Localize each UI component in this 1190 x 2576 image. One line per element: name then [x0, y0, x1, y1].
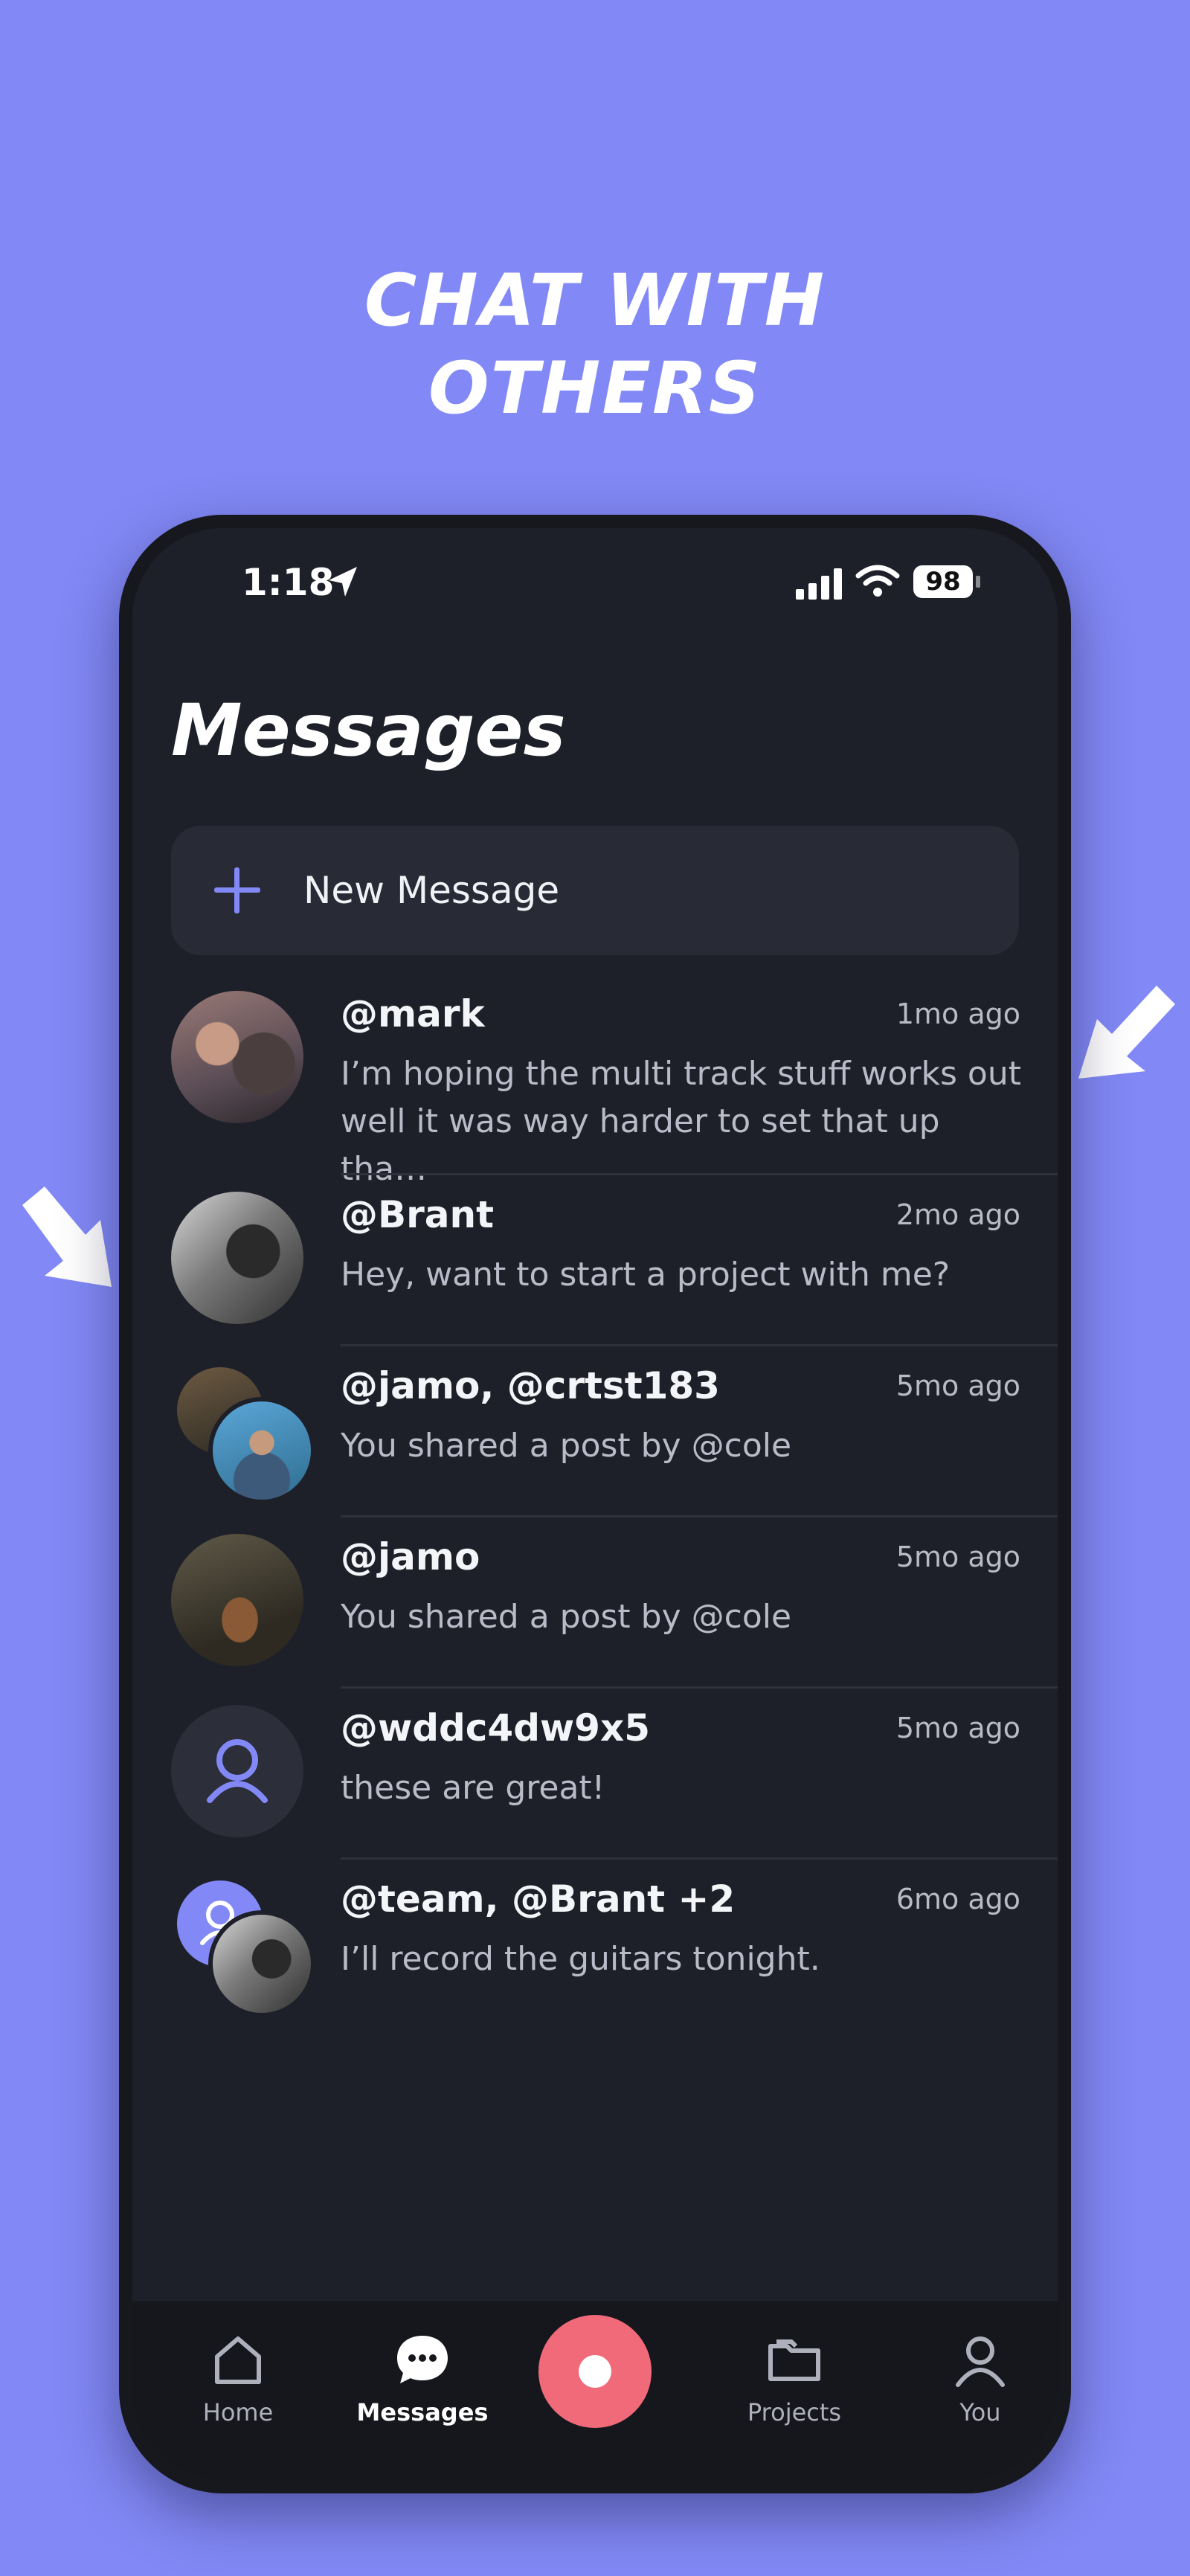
page-title: Messages [171, 689, 566, 772]
conversation-row-jamo[interactable]: @jamo 5mo ago You shared a post by @cole [132, 1517, 1058, 1689]
conversation-preview: You shared a post by @cole [341, 1598, 792, 1636]
conversation-time: 2mo ago [895, 1198, 1020, 1231]
battery-indicator: 98 [913, 565, 973, 598]
conversation-preview: I’m hoping the multi track stuff works o… [341, 1055, 1021, 1188]
home-icon [215, 2336, 261, 2384]
tab-bar: Home Messages Projects You [132, 2302, 1058, 2480]
tab-home-label: Home [202, 2398, 274, 2426]
headline-line-2: others [428, 347, 762, 430]
conversation-name: @wddc4dw9x5 [341, 1706, 651, 1750]
conversation-name: @team, @Brant +2 [341, 1878, 736, 1921]
tab-messages[interactable]: Messages [348, 2330, 497, 2426]
profile-icon [956, 2336, 1005, 2387]
conversation-row-jamo-crtst183[interactable]: @jamo, @crtst183 5mo ago You shared a po… [132, 1346, 1058, 1517]
conversation-name: @mark [341, 992, 485, 1035]
conversation-preview: I’ll record the guitars tonight. [341, 1940, 820, 1978]
cellular-signal-icon [796, 568, 842, 600]
conversation-name: @jamo [341, 1535, 480, 1578]
headline: Chat with others [0, 257, 1190, 432]
folder-icon [768, 2339, 820, 2381]
avatar [171, 991, 303, 1123]
wifi-icon [855, 565, 900, 597]
conversation-list: @mark 1mo ago I’m hoping the multi track… [132, 974, 1058, 2031]
tab-home[interactable]: Home [164, 2330, 312, 2426]
conversation-time: 5mo ago [895, 1369, 1020, 1402]
phone-screen: 1:18 98 Messages New Message @mark 1mo a… [132, 528, 1058, 2480]
arrow-left-icon [22, 1186, 112, 1287]
conversation-row-mark[interactable]: @mark 1mo ago I’m hoping the multi track… [132, 974, 1058, 1188]
tab-you-label: You [959, 2398, 1001, 2426]
conversation-row-team[interactable]: @team, @Brant +2 6mo ago I’ll record the… [132, 1860, 1058, 2031]
conversation-time: 5mo ago [895, 1541, 1020, 1573]
battery-tip [976, 576, 980, 588]
new-message-label: New Message [303, 869, 560, 912]
group-avatar-front [208, 1910, 315, 2017]
group-avatar-front [208, 1397, 315, 1504]
new-message-button[interactable]: New Message [171, 826, 1019, 955]
record-button[interactable] [538, 2315, 652, 2428]
phone-frame: 1:18 98 Messages New Message @mark 1mo a… [119, 515, 1071, 2493]
conversation-time: 6mo ago [895, 1883, 1020, 1915]
status-bar: 1:18 98 [132, 528, 1058, 640]
plus-icon [214, 867, 260, 913]
tab-projects[interactable]: Projects [720, 2330, 869, 2426]
conversation-time: 5mo ago [895, 1712, 1020, 1744]
avatar [171, 1192, 303, 1324]
headline-line-1: Chat with [364, 259, 826, 342]
avatar [171, 1534, 303, 1666]
conversation-preview: these are great! [341, 1769, 605, 1807]
arrow-right-icon [1078, 986, 1175, 1079]
tab-messages-label: Messages [356, 2398, 489, 2426]
tab-you[interactable]: You [906, 2330, 1055, 2426]
conversation-row-brant[interactable]: @Brant 2mo ago Hey, want to start a proj… [132, 1175, 1058, 1346]
tab-projects-label: Projects [747, 2398, 842, 2426]
conversation-name: @Brant [341, 1193, 495, 1236]
conversation-row-wddc4dw9x5[interactable]: @wddc4dw9x5 5mo ago these are great! [132, 1689, 1058, 1860]
conversation-preview: You shared a post by @cole [341, 1427, 792, 1465]
user-placeholder-icon [207, 1739, 268, 1803]
conversation-name: @jamo, @crtst183 [341, 1364, 720, 1407]
status-time: 1:18 [242, 561, 335, 604]
avatar [171, 1705, 303, 1837]
chat-bubble-icon [397, 2336, 448, 2383]
record-dot-icon [579, 2355, 611, 2388]
conversation-time: 1mo ago [895, 998, 1020, 1030]
location-arrow-icon [329, 567, 357, 597]
conversation-preview: Hey, want to start a project with me? [341, 1256, 951, 1294]
